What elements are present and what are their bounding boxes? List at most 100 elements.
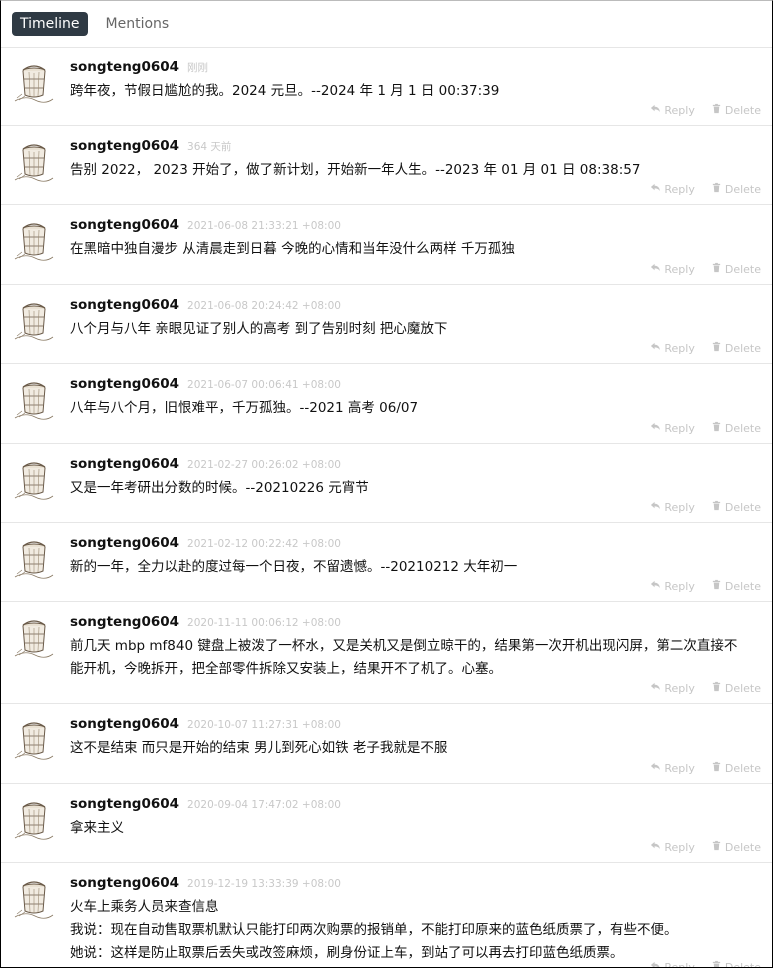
delete-label: Delete xyxy=(724,761,761,775)
delete-button[interactable]: Delete xyxy=(711,182,761,196)
author-name[interactable]: songteng0604 xyxy=(70,376,179,392)
delete-button[interactable]: Delete xyxy=(711,840,761,854)
reply-button[interactable]: Reply xyxy=(650,103,695,117)
reply-button[interactable]: Reply xyxy=(650,960,695,968)
reply-button[interactable]: Reply xyxy=(650,579,695,593)
author-name[interactable]: songteng0604 xyxy=(70,535,179,551)
delete-button[interactable]: Delete xyxy=(711,341,761,355)
post-text: 八年与八个月，旧恨难平，千万孤独。--2021 高考 06/07 xyxy=(70,397,756,420)
delete-button[interactable]: Delete xyxy=(711,579,761,593)
delete-label: Delete xyxy=(724,421,761,435)
post-meta: songteng0604 2020-11-11 00:06:12 +08:00 xyxy=(70,614,341,630)
author-name[interactable]: songteng0604 xyxy=(70,796,179,812)
post-actions: Reply Delete xyxy=(650,960,761,968)
post-actions: Reply Delete xyxy=(650,262,761,276)
tab-mentions[interactable]: Mentions xyxy=(98,12,178,36)
avatar[interactable] xyxy=(13,454,55,500)
delete-label: Delete xyxy=(724,500,761,514)
post-actions: Reply Delete xyxy=(650,579,761,593)
delete-button[interactable]: Delete xyxy=(711,262,761,276)
delete-label: Delete xyxy=(724,182,761,196)
reply-icon xyxy=(650,960,661,967)
post-meta: songteng0604 2021-06-08 21:33:21 +08:00 xyxy=(70,217,341,233)
post-actions: Reply Delete xyxy=(650,182,761,196)
avatar[interactable] xyxy=(13,873,55,919)
reply-label: Reply xyxy=(664,960,695,968)
post-item: songteng0604 2021-06-08 21:33:21 +08:00 … xyxy=(1,205,772,285)
reply-button[interactable]: Reply xyxy=(650,500,695,514)
avatar[interactable] xyxy=(13,295,55,341)
author-name[interactable]: songteng0604 xyxy=(70,875,179,891)
post-text-line: 在黑暗中独自漫步 从清晨走到日暮 今晚的心情和当年没什么两样 千万孤独 xyxy=(70,241,515,257)
delete-button[interactable]: Delete xyxy=(711,761,761,775)
avatar[interactable] xyxy=(13,714,55,760)
post-meta: songteng0604 2020-09-04 17:47:02 +08:00 xyxy=(70,796,341,812)
post-text-line: 八个月与八年 亲眼见证了别人的高考 到了告别时刻 把心魔放下 xyxy=(70,321,448,337)
reply-button[interactable]: Reply xyxy=(650,262,695,276)
post-text: 八个月与八年 亲眼见证了别人的高考 到了告别时刻 把心魔放下 xyxy=(70,318,756,341)
reply-label: Reply xyxy=(664,421,695,435)
delete-label: Delete xyxy=(724,960,761,968)
post-text: 火车上乘务人员来查信息 我说：现在自动售取票机默认只能打印两次购票的报销单，不能打… xyxy=(70,896,756,967)
post-feed: songteng0604 刚刚 跨年夜，节假日尴尬的我。2024 元旦。--20… xyxy=(1,47,772,968)
reply-label: Reply xyxy=(664,103,695,117)
post-text: 拿来主义 xyxy=(70,817,756,840)
post-text-line: 这不是结束 而只是开始的结束 男儿到死心如铁 老子我就是不服 xyxy=(70,740,448,756)
reply-button[interactable]: Reply xyxy=(650,421,695,435)
avatar[interactable] xyxy=(13,136,55,182)
avatar[interactable] xyxy=(13,57,55,103)
reply-icon xyxy=(650,103,661,117)
post-meta: songteng0604 2021-02-27 00:26:02 +08:00 xyxy=(70,456,341,472)
author-name[interactable]: songteng0604 xyxy=(70,456,179,472)
reply-icon xyxy=(650,840,661,854)
avatar[interactable] xyxy=(13,215,55,261)
post-meta: songteng0604 2020-10-07 11:27:31 +08:00 xyxy=(70,716,341,732)
trash-icon xyxy=(711,681,722,695)
author-name[interactable]: songteng0604 xyxy=(70,217,179,233)
avatar[interactable] xyxy=(13,533,55,579)
post-text: 在黑暗中独自漫步 从清晨走到日暮 今晚的心情和当年没什么两样 千万孤独 xyxy=(70,238,756,261)
delete-button[interactable]: Delete xyxy=(711,103,761,117)
tab-timeline[interactable]: Timeline xyxy=(12,12,88,36)
reply-icon xyxy=(650,262,661,276)
post-text-line: 跨年夜，节假日尴尬的我。2024 元旦。--2024 年 1 月 1 日 00:… xyxy=(70,83,500,99)
reply-button[interactable]: Reply xyxy=(650,761,695,775)
delete-button[interactable]: Delete xyxy=(711,681,761,695)
trash-icon xyxy=(711,579,722,593)
post-time: 2021-02-27 00:26:02 +08:00 xyxy=(187,459,341,471)
post-time: 2021-06-07 00:06:41 +08:00 xyxy=(187,379,341,391)
post-text-line: 八年与八个月，旧恨难平，千万孤独。--2021 高考 06/07 xyxy=(70,400,419,416)
post-time: 2020-09-04 17:47:02 +08:00 xyxy=(187,799,341,811)
post-meta: songteng0604 刚刚 xyxy=(70,59,208,75)
author-name[interactable]: songteng0604 xyxy=(70,614,179,630)
reply-icon xyxy=(650,500,661,514)
author-name[interactable]: songteng0604 xyxy=(70,138,179,154)
reply-icon xyxy=(650,182,661,196)
post-time: 2020-11-11 00:06:12 +08:00 xyxy=(187,617,341,629)
reply-button[interactable]: Reply xyxy=(650,341,695,355)
delete-button[interactable]: Delete xyxy=(711,960,761,968)
delete-button[interactable]: Delete xyxy=(711,500,761,514)
post-text-line: 我说：现在自动售取票机默认只能打印两次购票的报销单，不能打印原来的蓝色纸质票了，… xyxy=(70,922,678,938)
reply-button[interactable]: Reply xyxy=(650,840,695,854)
delete-button[interactable]: Delete xyxy=(711,421,761,435)
avatar[interactable] xyxy=(13,794,55,840)
trash-icon xyxy=(711,262,722,276)
reply-button[interactable]: Reply xyxy=(650,182,695,196)
post-actions: Reply Delete xyxy=(650,500,761,514)
author-name[interactable]: songteng0604 xyxy=(70,59,179,75)
reply-label: Reply xyxy=(664,681,695,695)
delete-label: Delete xyxy=(724,341,761,355)
avatar[interactable] xyxy=(13,374,55,420)
post-meta: songteng0604 364 天前 xyxy=(70,138,231,154)
post-text: 前几天 mbp mf840 键盘上被泼了一杯水，又是关机又是倒立晾干的，结果第一… xyxy=(70,635,756,681)
reply-button[interactable]: Reply xyxy=(650,681,695,695)
post-time: 364 天前 xyxy=(187,141,232,153)
post-text-line: 前几天 mbp mf840 键盘上被泼了一杯水，又是关机又是倒立晾干的，结果第一… xyxy=(70,638,738,654)
author-name[interactable]: songteng0604 xyxy=(70,716,179,732)
author-name[interactable]: songteng0604 xyxy=(70,297,179,313)
tab-bar: Timeline Mentions xyxy=(1,1,772,48)
post-item: songteng0604 2020-11-11 00:06:12 +08:00 … xyxy=(1,602,772,704)
post-text-line: 又是一年考研出分数的时候。--20210226 元宵节 xyxy=(70,480,369,496)
avatar[interactable] xyxy=(13,612,55,658)
